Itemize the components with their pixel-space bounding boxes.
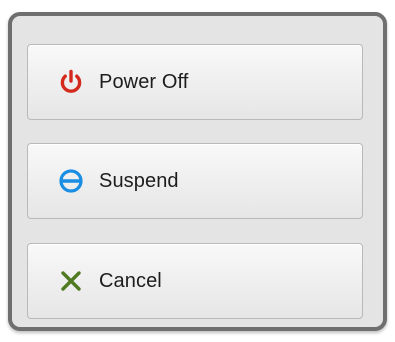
suspend-button[interactable]: Suspend <box>27 143 363 219</box>
power-dialog: Power Off Suspend Cancel <box>8 12 387 331</box>
power-icon <box>58 69 84 95</box>
suspend-label: Suspend <box>99 169 179 192</box>
close-icon <box>58 268 84 294</box>
cancel-label: Cancel <box>99 269 162 292</box>
suspend-icon <box>58 168 84 194</box>
power-off-label: Power Off <box>99 70 189 93</box>
power-off-button[interactable]: Power Off <box>27 44 363 120</box>
cancel-button[interactable]: Cancel <box>27 243 363 319</box>
